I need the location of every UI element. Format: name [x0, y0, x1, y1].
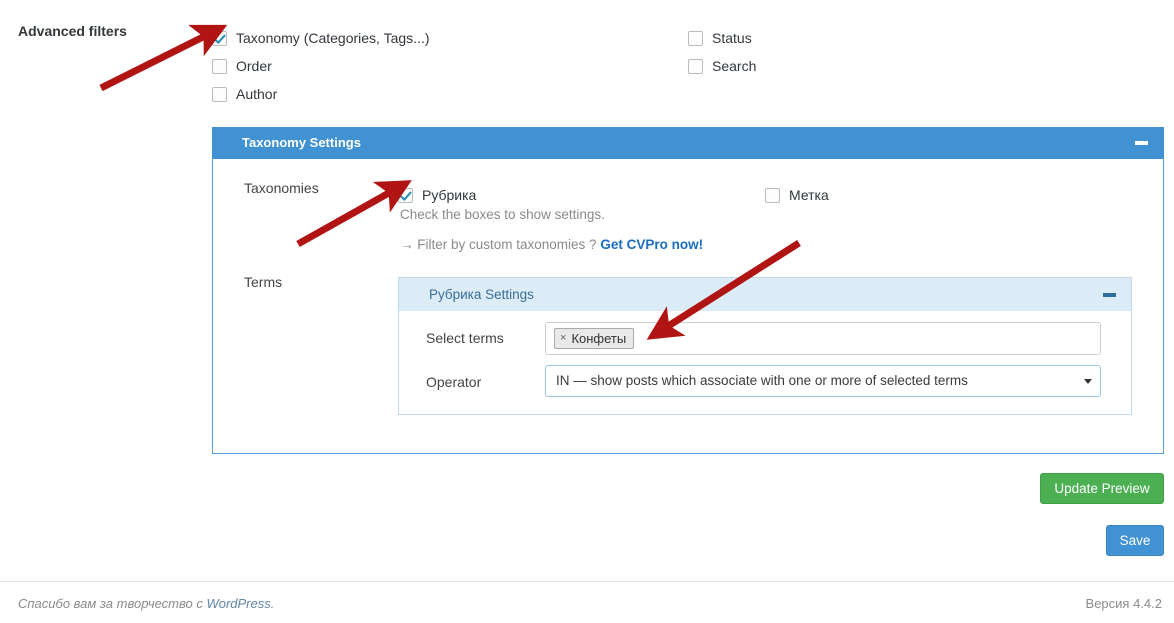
cvpro-link[interactable]: Get CVPro now!	[600, 237, 703, 252]
rubrika-settings-panel-header[interactable]: Рубрика Settings	[398, 277, 1132, 311]
checkbox-row-metka[interactable]: Метка	[765, 181, 829, 209]
close-icon[interactable]: ×	[560, 333, 566, 344]
save-button[interactable]: Save	[1106, 525, 1164, 556]
checkbox-rubrika[interactable]	[398, 187, 413, 203]
terms-label: Terms	[244, 274, 283, 290]
operator-label: Operator	[426, 374, 482, 390]
checkbox-author-label: Author	[236, 86, 278, 102]
checkbox-rubrika-label: Рубрика	[422, 187, 477, 203]
checkbox-author[interactable]	[212, 86, 227, 102]
checkbox-order[interactable]	[212, 58, 227, 74]
checkbox-taxonomy[interactable]	[212, 30, 227, 46]
select-terms-label: Select terms	[426, 330, 504, 346]
checkbox-taxonomy-label: Taxonomy (Categories, Tags...)	[236, 30, 430, 46]
checkbox-search[interactable]	[688, 58, 703, 74]
advanced-filters-column-right: Status Search	[688, 24, 756, 80]
wordpress-link[interactable]: WordPress	[206, 596, 270, 611]
footer-divider	[0, 581, 1174, 582]
checkbox-metka-label: Метка	[789, 187, 829, 203]
checkbox-row-order[interactable]: Order	[212, 52, 430, 80]
cvpro-promo-line: → Filter by custom taxonomies ? Get CVPr…	[400, 237, 703, 252]
checkbox-metka[interactable]	[765, 187, 780, 203]
selected-term-chip[interactable]: × Конфеты	[554, 328, 635, 349]
update-preview-button[interactable]: Update Preview	[1040, 473, 1164, 504]
selected-term-label: Конфеты	[571, 331, 627, 346]
checkbox-row-author[interactable]: Author	[212, 80, 430, 108]
footer-thanks: Спасибо вам за творчество с WordPress.	[18, 596, 274, 611]
taxonomy-hint-text: Check the boxes to show settings.	[400, 207, 605, 222]
rubrika-settings-title: Рубрика Settings	[429, 287, 534, 302]
chevron-down-icon[interactable]	[1084, 379, 1092, 384]
taxonomy-settings-panel-header[interactable]: Taxonomy Settings	[212, 127, 1164, 159]
taxonomy-settings-title: Taxonomy Settings	[242, 135, 361, 150]
minus-icon[interactable]	[1135, 141, 1148, 145]
taxonomies-label: Taxonomies	[244, 180, 319, 196]
select-terms-input[interactable]: × Конфеты	[545, 322, 1101, 355]
footer-version: Версия 4.4.2	[1085, 596, 1162, 611]
advanced-filters-column-left: Taxonomy (Categories, Tags...) Order Aut…	[212, 24, 430, 108]
cvpro-promo-text: → Filter by custom taxonomies ?	[400, 237, 601, 252]
footer-thanks-suffix: .	[270, 596, 275, 611]
checkbox-row-search[interactable]: Search	[688, 52, 756, 80]
checkbox-row-status[interactable]: Status	[688, 24, 756, 52]
checkbox-row-taxonomy[interactable]: Taxonomy (Categories, Tags...)	[212, 24, 430, 52]
checkbox-status[interactable]	[688, 30, 703, 46]
checkbox-row-rubrika[interactable]: Рубрика	[398, 181, 476, 209]
advanced-filters-label: Advanced filters	[18, 23, 127, 39]
operator-selected-value: IN — show posts which associate with one…	[556, 373, 968, 388]
checkbox-status-label: Status	[712, 30, 752, 46]
minus-icon[interactable]	[1103, 293, 1116, 297]
operator-select[interactable]: IN — show posts which associate with one…	[545, 365, 1101, 397]
checkbox-order-label: Order	[236, 58, 272, 74]
footer-thanks-prefix: Спасибо вам за творчество с	[18, 596, 207, 611]
advanced-filters-section: Advanced filters Taxonomy (Categories, T…	[0, 0, 1174, 118]
checkbox-search-label: Search	[712, 58, 757, 74]
